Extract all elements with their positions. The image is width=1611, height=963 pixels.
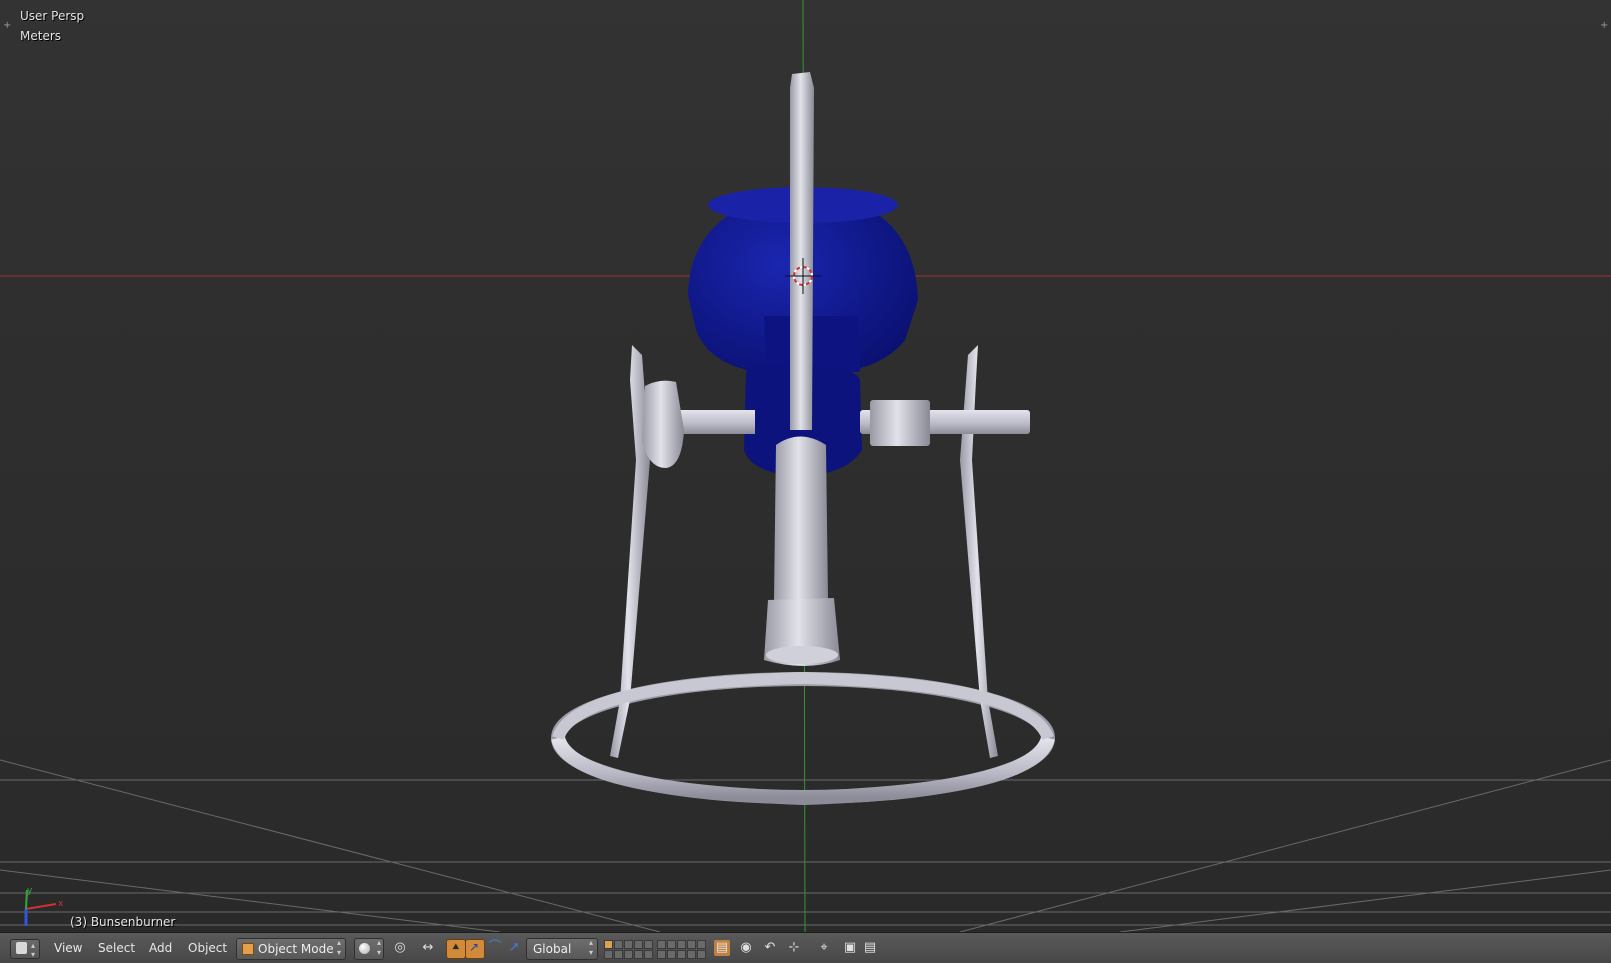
pivot-point-icon[interactable]: ◎	[392, 940, 408, 956]
layer-lock-icon[interactable]: ▤	[714, 940, 730, 956]
mode-selector[interactable]: Object Mode ▴ ▾	[236, 938, 346, 960]
proportional-edit-icon[interactable]: ◉	[738, 940, 754, 956]
menu-view[interactable]: View	[50, 939, 86, 957]
solid-sphere-icon	[359, 943, 370, 954]
vertical-rod	[790, 72, 814, 430]
orientation-label: Global	[533, 942, 572, 956]
translate-icon: ↗	[469, 940, 480, 954]
snap-target-icon[interactable]: ⊹	[786, 940, 802, 956]
editor-type-selector[interactable]: ▴ ▾	[10, 939, 40, 959]
orientation-selector[interactable]: Global ▴ ▾	[526, 938, 598, 960]
manipulator-toggle-icon: ⯅	[451, 940, 461, 954]
3d-viewport[interactable]: x y + + User Persp Meters (3) Bunsenburn…	[0, 0, 1611, 932]
right-clamp	[870, 400, 930, 446]
corner-plus-left-icon[interactable]: +	[3, 20, 11, 31]
scene-canvas[interactable]: x y	[0, 0, 1611, 932]
burner-tube	[774, 436, 828, 600]
units-label: Meters	[20, 29, 62, 43]
layer-grid-a[interactable]	[604, 940, 653, 959]
magnet-icon[interactable]: ↶	[762, 940, 778, 956]
opengl-render-icon[interactable]: ▣	[842, 940, 858, 956]
menu-add[interactable]: Add	[145, 939, 176, 957]
mode-label: Object Mode	[258, 942, 334, 956]
corner-plus-right-icon[interactable]: +	[1600, 20, 1608, 31]
chevron-updown-icon: ▴ ▾	[376, 938, 381, 957]
menu-object[interactable]: Object	[184, 939, 231, 957]
shading-selector[interactable]: ▴ ▾	[354, 938, 384, 960]
axis-y-label: y	[27, 886, 33, 896]
object-cube-icon	[242, 943, 254, 955]
left-clamp	[642, 380, 684, 468]
3d-view-cube-icon	[16, 942, 27, 954]
view-label: User Persp	[20, 9, 85, 23]
axis-x-label: x	[58, 899, 64, 909]
rotate-icon[interactable]: ⌒	[487, 940, 503, 956]
object-info-label: (3) Bunsenburner	[70, 915, 176, 929]
scale-icon[interactable]: ↗	[506, 940, 522, 956]
manipulator-toggle[interactable]: ⯅	[446, 939, 466, 959]
chevron-updown-icon: ▴ ▾	[588, 938, 593, 957]
cross-rod-left	[675, 410, 755, 434]
translate-view-icon[interactable]: ↔	[420, 940, 436, 956]
floor-grid	[0, 759, 1611, 932]
layer-grid-b[interactable]	[657, 940, 706, 959]
snap-settings-icon[interactable]: ⌖	[816, 940, 832, 956]
chevron-updown-icon: ▴ ▾	[31, 941, 36, 959]
viewport-header: ▴ ▾ View Select Add Object Object Mode ▴ ▾…	[0, 932, 1611, 963]
menu-select[interactable]: Select	[94, 939, 139, 957]
chevron-updown-icon: ▴ ▾	[336, 938, 341, 957]
opengl-animation-icon[interactable]: ▤	[862, 940, 878, 956]
ring-base-front	[551, 735, 1055, 806]
translate-manipulator[interactable]: ↗	[465, 939, 485, 959]
